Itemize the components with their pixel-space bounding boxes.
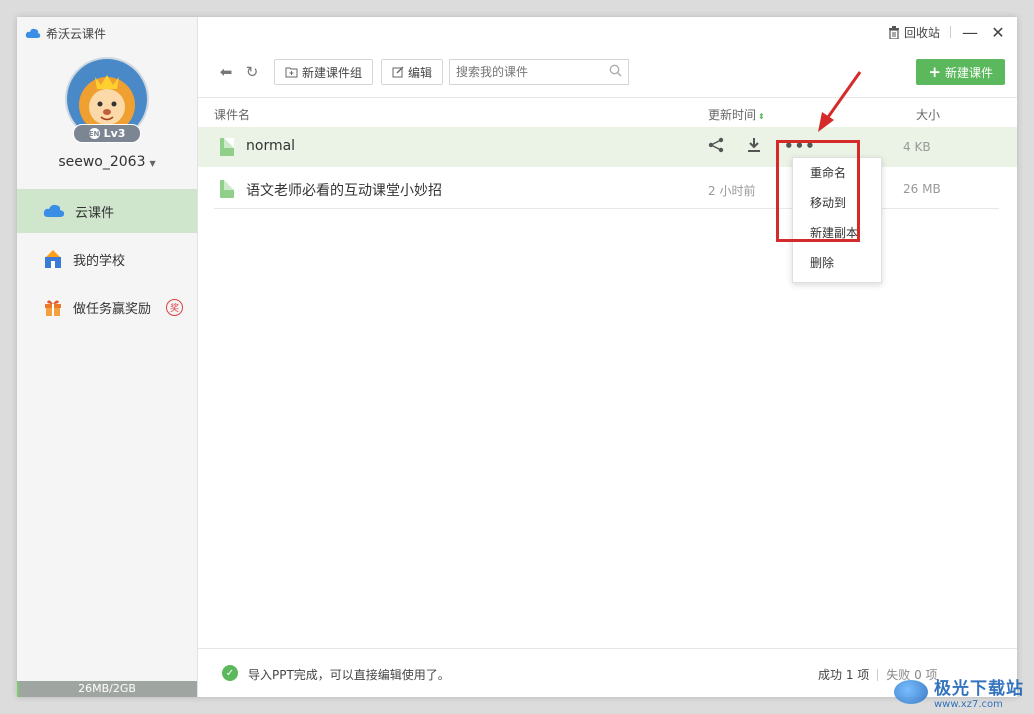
level-icon: EN [88, 128, 100, 139]
watermark-text: 极光下载站 www.xz7.com [934, 674, 1024, 710]
storage-label: 26MB/2GB [78, 682, 136, 695]
recycle-bin-button[interactable]: 回收站 [888, 24, 940, 41]
file-name: 语文老师必看的互动课堂小妙招 [246, 183, 442, 199]
watermark-url: www.xz7.com [934, 699, 1003, 710]
cloud-logo-icon [25, 28, 41, 38]
level-badge: EN Lv3 [73, 124, 141, 143]
school-icon [45, 250, 61, 268]
menu-item-rename[interactable]: 重命名 [793, 158, 881, 188]
toolbar: ⬅ ↻ 新建课件组 编辑 搜索我的课件 + 新建课件 [214, 59, 1005, 85]
close-icon: ✕ [991, 22, 1005, 42]
column-header-time-label: 更新时间 [708, 108, 757, 122]
menu-item-delete[interactable]: 删除 [793, 248, 881, 278]
menu-item-move-to[interactable]: 移动到 [793, 188, 881, 218]
new-courseware-label: 新建课件 [944, 65, 993, 80]
minimize-button[interactable]: — [961, 22, 979, 42]
level-text: Lv3 [103, 127, 126, 140]
table-header: 课件名 更新时间 ⬍ 大小 [198, 97, 1017, 128]
sort-icon: ⬍ [758, 112, 765, 121]
new-group-label: 新建课件组 [302, 65, 363, 80]
context-menu: 重命名 移动到 新建副本 删除 [792, 157, 882, 283]
sidebar: 希沃云课件 EN Lv3 seewo_2063 ▼ 云课件 我的学校 做任务赢奖… [17, 17, 198, 697]
plus-icon: + [928, 63, 941, 81]
cloud-icon [43, 204, 65, 217]
new-group-button[interactable]: 新建课件组 [274, 59, 374, 85]
trash-icon [888, 25, 899, 39]
edit-icon [392, 66, 404, 78]
watermark-logo-icon [894, 680, 928, 704]
search-input[interactable] [450, 64, 599, 80]
file-name: normal [246, 138, 296, 154]
avatar[interactable]: EN Lv3 [65, 57, 149, 143]
edit-button[interactable]: 编辑 [381, 59, 444, 85]
search-box [449, 59, 630, 85]
column-header-size[interactable]: 大小 [916, 106, 940, 123]
file-size: 26 MB [903, 182, 941, 196]
storage-bar: 26MB/2GB [17, 681, 197, 697]
file-icon [220, 180, 234, 198]
watermark: 极光下载站 www.xz7.com [894, 674, 1024, 710]
username-dropdown[interactable]: seewo_2063 ▼ [17, 154, 197, 170]
app-title-text: 希沃云课件 [46, 27, 107, 41]
close-button[interactable]: ✕ [989, 22, 1007, 42]
table-row[interactable]: 语文老师必看的互动课堂小妙招 2 小时前 26 MB [198, 169, 1017, 209]
sidebar-item-label: 我的学校 [73, 253, 126, 269]
new-courseware-button[interactable]: + 新建课件 [916, 59, 1005, 85]
download-icon[interactable] [746, 137, 762, 157]
sidebar-item-label: 云课件 [75, 205, 115, 221]
main-panel: 回收站 — ✕ ⬅ ↻ 新建课件组 编辑 搜索我的课件 + 新建课件 课件名 更… [198, 17, 1017, 697]
username-text: seewo_2063 [58, 154, 146, 170]
caret-down-icon: ▼ [149, 159, 156, 168]
search-icon[interactable] [609, 64, 622, 81]
app-title: 希沃云课件 [25, 25, 106, 42]
share-icon[interactable] [708, 137, 724, 157]
annotation-arrow-icon [818, 71, 862, 132]
row-actions: ••• [708, 137, 816, 157]
sidebar-item-cloud-courseware[interactable]: 云课件 [17, 189, 197, 233]
watermark-name: 极光下载站 [934, 679, 1024, 699]
column-header-time[interactable]: 更新时间 ⬍ [708, 106, 765, 123]
file-size: 4 KB [903, 140, 931, 154]
file-icon [220, 138, 234, 156]
storage-fill [17, 681, 20, 697]
minimize-icon: — [962, 22, 978, 42]
status-divider [877, 668, 879, 681]
recycle-bin-label: 回收站 [903, 25, 940, 40]
new-folder-icon [285, 67, 298, 77]
success-count: 成功 1 项 [818, 668, 870, 682]
menu-item-duplicate[interactable]: 新建副本 [793, 218, 881, 248]
check-icon: ✓ [222, 665, 238, 681]
sidebar-item-tasks-rewards[interactable]: 做任务赢奖励 奖 [17, 285, 197, 329]
status-message: 导入PPT完成，可以直接编辑使用了。 [248, 668, 450, 682]
reward-badge: 奖 [166, 298, 183, 316]
sidebar-item-my-school[interactable]: 我的学校 [17, 237, 197, 281]
sidebar-nav: 云课件 我的学校 做任务赢奖励 奖 [17, 189, 197, 333]
refresh-icon[interactable]: ↻ [240, 63, 264, 81]
edit-label: 编辑 [408, 65, 433, 80]
titlebar-controls: 回收站 — ✕ [888, 22, 1007, 42]
column-header-name[interactable]: 课件名 [214, 106, 250, 123]
more-options-icon[interactable]: ••• [784, 137, 816, 157]
table-row[interactable]: normal ••• 4 KB [198, 127, 1017, 167]
gift-icon [45, 300, 61, 316]
file-time: 2 小时前 [708, 184, 756, 198]
titlebar-divider [950, 26, 951, 38]
sidebar-item-label: 做任务赢奖励 [73, 301, 152, 317]
back-arrow-icon[interactable]: ⬅ [214, 63, 238, 81]
